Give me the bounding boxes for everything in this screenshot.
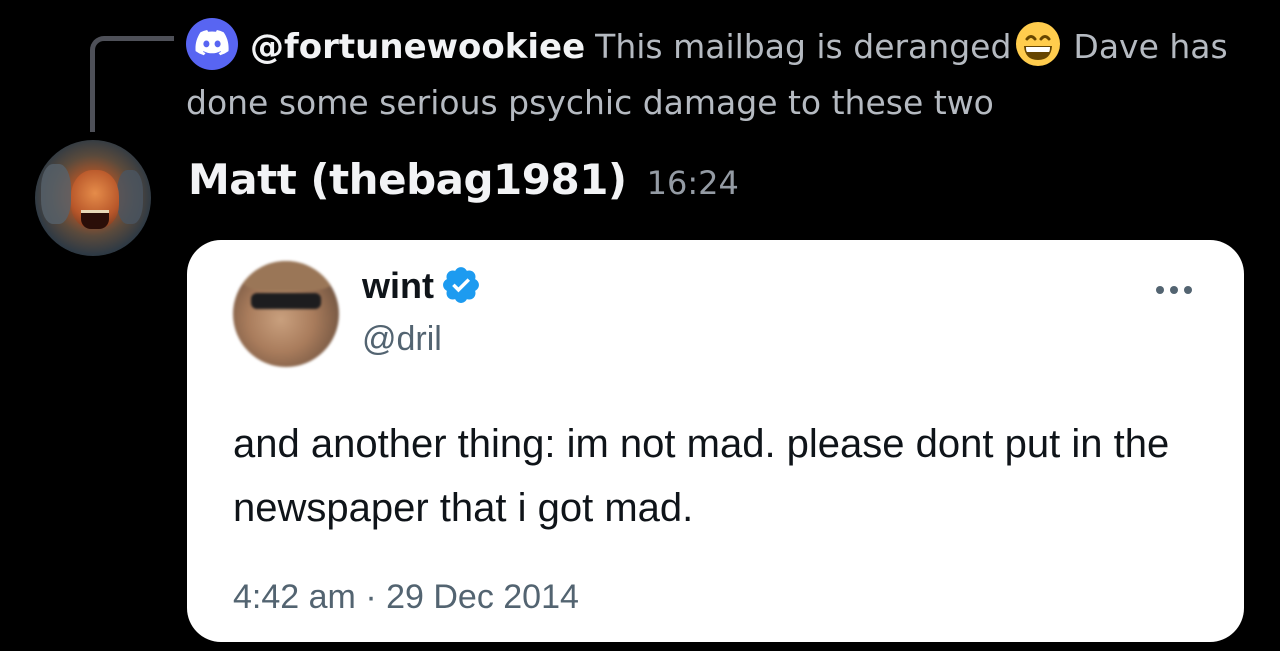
message-timestamp[interactable]: 16:24	[647, 164, 739, 202]
verified-badge-icon	[440, 264, 482, 306]
message-header: Matt (thebag1981) 16:24	[188, 150, 739, 210]
more-options-icon	[1156, 286, 1192, 294]
reply-preview[interactable]: @fortunewookiee This mailbag is deranged …	[186, 18, 1266, 131]
tweet-avatar	[233, 261, 339, 367]
chat-screen: @fortunewookiee This mailbag is deranged …	[0, 0, 1280, 651]
reply-text-part-1: This mailbag is deranged	[595, 27, 1012, 66]
tweet-time: 4:42 am	[233, 578, 356, 616]
tweet-date: 29 Dec 2014	[386, 578, 579, 616]
grinning-face-emoji-icon	[1015, 21, 1061, 67]
message-author[interactable]: Matt (thebag1981)	[188, 155, 627, 204]
user-avatar[interactable]	[35, 140, 151, 256]
tweet-screenshot-attachment[interactable]: wint @dril and another thing: im not mad…	[187, 240, 1244, 642]
tweet-display-name-text: wint	[362, 265, 434, 306]
tweet-handle: @dril	[362, 320, 442, 358]
reply-author[interactable]: @fortunewookiee	[250, 27, 585, 67]
tweet-timestamp: 4:42 am · 29 Dec 2014	[233, 578, 579, 617]
discord-logo-icon	[186, 18, 238, 70]
tweet-text: and another thing: im not mad. please do…	[233, 422, 1170, 530]
tweet-display-name: wint	[362, 264, 482, 307]
tweet-meta-separator: ·	[365, 578, 377, 616]
reply-connector-line	[90, 36, 174, 132]
